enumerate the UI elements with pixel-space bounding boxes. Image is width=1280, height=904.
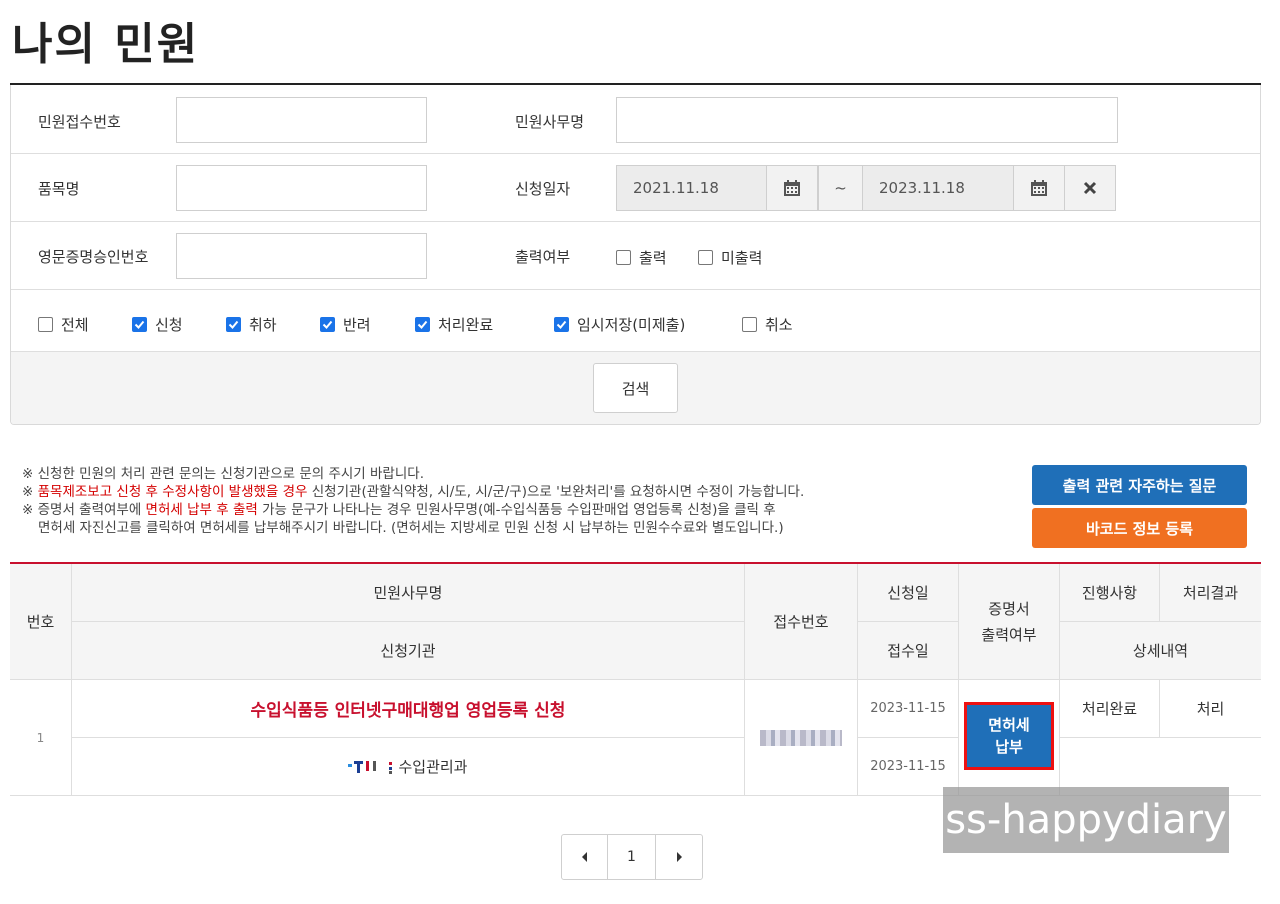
task-name-link[interactable]: 수입식품등 인터넷구매대행업 영업등록 신청 [251, 696, 566, 721]
status-option-label: 반려 [343, 316, 371, 334]
result-cell[interactable]: 처리 [1160, 680, 1261, 738]
task-name-label: 민원사무명 [515, 113, 585, 131]
clear-date-button[interactable] [1064, 165, 1116, 211]
notice-text: 신청기관(관할식약청, 시/도, 시/군/구)으로 '보완처리'를 요청하시면 … [307, 484, 805, 500]
date-range-separator: ~ [818, 165, 863, 211]
agency-name: 수입관리과 [398, 758, 468, 776]
cert-print-cell: 면허세 납부 [959, 680, 1060, 796]
status-option-label: 신청 [155, 316, 183, 334]
notice-highlight: 품목제조보고 신청 후 수정사항이 발생했을 경우 [37, 484, 308, 500]
status-checkbox-rejected[interactable]: 반려 [320, 314, 371, 335]
agency-logo-icon [348, 760, 393, 774]
prev-page-button[interactable] [562, 835, 608, 879]
notice-text: ※ 증명서 출력여부에 [22, 502, 146, 518]
apply-date-label: 신청일자 [515, 180, 571, 198]
checkbox-checked-icon [226, 317, 241, 332]
table-row: 수입식품등 인터넷구매대행업 영업등록 신청 [72, 680, 745, 738]
agency-cell: 수입관리과 [72, 738, 745, 796]
caret-right-icon [677, 852, 682, 862]
calendar-from-button[interactable] [766, 165, 818, 211]
receipt-no-cell [745, 680, 858, 796]
task-name-input[interactable] [616, 97, 1118, 143]
status-checkbox-cancelled[interactable]: 취소 [742, 314, 793, 335]
barcode-register-button[interactable]: 바코드 정보 등록 [1032, 508, 1247, 548]
search-button[interactable]: 검색 [593, 363, 678, 413]
date-from-input[interactable]: 2021.11.18 [616, 165, 767, 211]
search-row-item: 품목명 신청일자 2021.11.18 ~ 2023.11.18 [11, 154, 1260, 222]
receipt-no-label: 민원접수번호 [38, 113, 121, 131]
license-tax-pay-button[interactable]: 면허세 납부 [964, 702, 1054, 770]
checkbox-checked-icon [415, 317, 430, 332]
date-to-input[interactable]: 2023.11.18 [862, 165, 1014, 211]
status-checkbox-draft[interactable]: 임시저장(미제출) [554, 314, 685, 335]
caret-left-icon [581, 852, 587, 862]
results-table: 번호 민원사무명 신청기관 접수번호 신청일 접수일 증명서 출력여부 진행사항… [10, 562, 1261, 796]
cert-no-input[interactable] [176, 233, 427, 279]
status-checkbox-all[interactable]: 전체 [38, 314, 89, 335]
notice-line-1: ※ 신청한 민원의 처리 관련 문의는 신청기관으로 문의 주시기 바랍니다. [22, 466, 424, 482]
checkbox-checked-icon [554, 317, 569, 332]
notice-block: ※ 신청한 민원의 처리 관련 문의는 신청기관으로 문의 주시기 바랍니다. … [22, 465, 804, 537]
search-button-area: 검색 [11, 352, 1260, 424]
page-title: 나의 민원 [12, 19, 200, 70]
status-option-label: 전체 [61, 316, 89, 334]
calendar-icon [784, 180, 800, 196]
print-checkbox-unprinted[interactable]: 미출력 [698, 247, 762, 268]
row-no: 1 [10, 680, 72, 796]
header-progress: 진행사항 [1060, 564, 1160, 622]
print-option-label: 출력 [639, 249, 667, 267]
watermark: ss-happydiary [943, 787, 1229, 853]
search-panel: 민원접수번호 민원사무명 품목명 신청일자 2021.11.18 ~ 2023.… [10, 85, 1261, 425]
status-filter-row: 전체 신청 취하 반려 처리완료 임시저장(미제출) 취소 [11, 290, 1260, 352]
header-task-name: 민원사무명 [72, 564, 745, 622]
calendar-to-button[interactable] [1013, 165, 1065, 211]
next-page-button[interactable] [656, 835, 702, 879]
status-option-label: 임시저장(미제출) [577, 316, 686, 334]
status-checkbox-completed[interactable]: 처리완료 [415, 314, 493, 335]
notice-prefix: ※ [22, 484, 38, 500]
header-result: 처리결과 [1160, 564, 1261, 622]
item-name-label: 품목명 [38, 180, 80, 198]
apply-date-cell: 2023-11-15 [858, 680, 959, 738]
header-agency: 신청기관 [72, 622, 745, 680]
checkbox-checked-icon [320, 317, 335, 332]
calendar-icon [1031, 180, 1047, 196]
header-detail: 상세내역 [1060, 622, 1261, 680]
checkbox-icon [742, 317, 757, 332]
print-checkbox-printed[interactable]: 출력 [616, 247, 667, 268]
notice-line-3: ※ 증명서 출력여부에 면허세 납부 후 출력 가능 문구가 나타나는 경우 민… [22, 501, 804, 519]
header-cert-print: 증명서 출력여부 [959, 564, 1060, 680]
close-icon [1083, 181, 1097, 195]
notice-line-2: ※ 품목제조보고 신청 후 수정사항이 발생했을 경우 신청기관(관할식약청, … [22, 483, 804, 501]
header-receipt-no: 접수번호 [745, 564, 858, 680]
page-number-button[interactable]: 1 [608, 835, 656, 879]
notice-highlight: 면허세 납부 후 출력 [145, 502, 258, 518]
notice-text: 가능 문구가 나타나는 경우 민원사무명(예-수입식품등 수입판매업 영업등록 … [257, 502, 776, 518]
status-checkbox-applied[interactable]: 신청 [132, 314, 183, 335]
receipt-no-input[interactable] [176, 97, 427, 143]
pagination: 1 [561, 834, 703, 880]
item-name-input[interactable] [176, 165, 427, 211]
header-apply-date: 신청일 [858, 564, 959, 622]
blurred-receipt-number [760, 729, 842, 746]
cert-no-label: 영문증명승인번호 [38, 248, 149, 266]
progress-cell: 처리완료 [1060, 680, 1160, 738]
checkbox-icon [616, 250, 631, 265]
checkbox-icon [38, 317, 53, 332]
status-checkbox-withdrawn[interactable]: 취하 [226, 314, 277, 335]
status-option-label: 취하 [249, 316, 277, 334]
checkbox-checked-icon [132, 317, 147, 332]
print-label: 출력여부 [515, 248, 571, 266]
header-receipt-date: 접수일 [858, 622, 959, 680]
checkbox-icon [698, 250, 713, 265]
status-option-label: 처리완료 [438, 316, 494, 334]
notice-line-4: 면허세 자진신고를 클릭하여 면허세를 납부해주시기 바랍니다. (면허세는 지… [38, 520, 784, 536]
status-option-label: 취소 [765, 316, 793, 334]
search-row-receipt: 민원접수번호 민원사무명 [11, 85, 1260, 154]
search-row-cert: 영문증명승인번호 출력여부 출력 미출력 [11, 222, 1260, 290]
print-faq-button[interactable]: 출력 관련 자주하는 질문 [1032, 465, 1247, 505]
header-no: 번호 [10, 564, 72, 680]
print-option-label: 미출력 [721, 249, 763, 267]
